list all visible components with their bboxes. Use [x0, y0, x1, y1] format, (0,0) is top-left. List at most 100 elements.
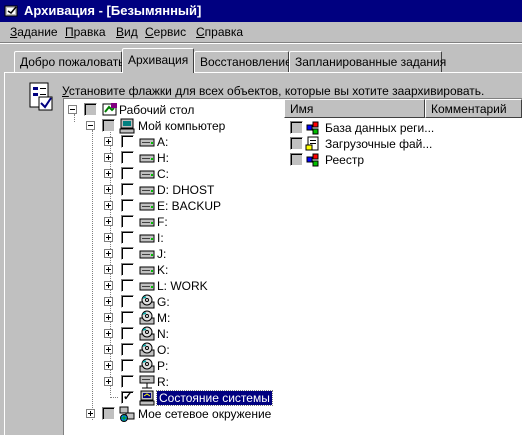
tree-item[interactable]: Мое сетевое окружение	[64, 406, 284, 422]
tab-restore[interactable]: Восстановление	[194, 51, 292, 72]
tree-item-checkbox[interactable]	[121, 183, 134, 196]
tree-item-checkbox[interactable]	[121, 151, 134, 164]
tree-item[interactable]: F:	[64, 214, 284, 230]
list-item[interactable]: Загрузочные фай...	[288, 136, 518, 152]
menu-bar: Задание Правка Вид Сервис Справка	[0, 22, 522, 42]
tab-scheduled-jobs[interactable]: Запланированные задания	[289, 51, 446, 72]
tree-item[interactable]: E: BACKUP	[64, 198, 284, 214]
tree-item-label: M:	[157, 311, 171, 325]
list-item[interactable]: База данных реги...	[288, 120, 518, 136]
tree-item-checkbox[interactable]	[102, 407, 115, 420]
expand-icon[interactable]	[104, 265, 113, 274]
tab-welcome[interactable]: Добро пожаловать!	[14, 51, 128, 72]
menu-edit[interactable]: Правка	[65, 25, 106, 39]
expand-icon[interactable]	[104, 281, 113, 290]
expand-icon[interactable]	[86, 409, 95, 418]
tree-item[interactable]: O:	[64, 342, 284, 358]
menu-tools[interactable]: Сервис	[145, 25, 186, 39]
tree-item-checkbox[interactable]	[121, 135, 134, 148]
tree-item-checkbox[interactable]	[121, 327, 134, 340]
tree-item[interactable]: D: DHOST	[64, 182, 284, 198]
boot-files-icon	[305, 136, 321, 152]
file-list[interactable]: Имя Комментарий База данных реги... Загру…	[284, 98, 522, 435]
tree-item-checkbox[interactable]	[121, 247, 134, 260]
tree-item-label: Состояние системы	[156, 390, 273, 406]
cd-drive-icon	[139, 310, 155, 326]
tree-item-label: E: BACKUP	[157, 199, 222, 213]
disk-drive-icon	[139, 182, 155, 198]
menu-help[interactable]: Справка	[196, 25, 243, 39]
tree-item[interactable]: M:	[64, 310, 284, 326]
collapse-icon[interactable]	[86, 121, 95, 130]
checklist-icon	[29, 82, 53, 111]
expand-icon[interactable]	[104, 217, 113, 226]
disk-drive-icon	[139, 198, 155, 214]
folder-tree[interactable]: Рабочий стол Мой компьютер A: H: C: D: DHOST E…	[63, 98, 284, 435]
collapse-icon[interactable]	[68, 105, 77, 114]
tree-item[interactable]: R:	[64, 374, 284, 390]
list-item-checkbox[interactable]	[290, 153, 303, 166]
expand-icon[interactable]	[104, 185, 113, 194]
tree-item-label: Мой компьютер	[138, 119, 226, 133]
disk-drive-icon	[139, 262, 155, 278]
tree-item[interactable]: I:	[64, 230, 284, 246]
tree-item-checkbox[interactable]	[121, 167, 134, 180]
tab-backup[interactable]: Архивация	[122, 48, 194, 73]
list-item[interactable]: Реестр	[288, 152, 518, 168]
tree-item[interactable]: A:	[64, 134, 284, 150]
tree-item[interactable]: Рабочий стол	[64, 102, 284, 118]
tree-item-checkbox[interactable]	[121, 279, 134, 292]
tree-item[interactable]: N:	[64, 326, 284, 342]
tree-item[interactable]: Состояние системы	[64, 390, 284, 406]
tree-item-checkbox[interactable]	[121, 263, 134, 276]
expand-icon[interactable]	[104, 233, 113, 242]
registry-db-icon	[305, 120, 321, 136]
tree-item-checkbox[interactable]	[121, 343, 134, 356]
tree-item-checkbox[interactable]	[121, 215, 134, 228]
list-item-label: Загрузочные фай...	[325, 137, 433, 151]
menu-task[interactable]: Задание	[10, 25, 58, 39]
disk-drive-icon	[139, 150, 155, 166]
expand-icon[interactable]	[104, 201, 113, 210]
tree-item-label: R:	[157, 375, 169, 389]
expand-icon[interactable]	[104, 297, 113, 306]
tree-item-label: L: WORK	[157, 279, 208, 293]
tree-item-label: J:	[157, 247, 167, 261]
tree-item[interactable]: P:	[64, 358, 284, 374]
tree-item-checkbox[interactable]	[121, 311, 134, 324]
column-header-comment[interactable]: Комментарий	[425, 99, 522, 118]
network-places-icon	[119, 406, 135, 422]
expand-icon[interactable]	[104, 169, 113, 178]
column-header-name[interactable]: Имя	[284, 99, 425, 118]
tree-item-checkbox[interactable]	[121, 199, 134, 212]
expand-icon[interactable]	[104, 345, 113, 354]
cd-drive-icon	[139, 326, 155, 342]
tree-item-checkbox[interactable]	[121, 359, 134, 372]
tree-item-checkbox[interactable]	[121, 295, 134, 308]
tree-item-checkbox[interactable]	[102, 119, 115, 132]
tree-item[interactable]: G:	[64, 294, 284, 310]
expand-icon[interactable]	[104, 153, 113, 162]
tree-item-checkbox[interactable]	[121, 375, 134, 388]
tree-item-checkbox[interactable]	[84, 103, 97, 116]
tree-item-label: P:	[157, 359, 169, 373]
tree-item[interactable]: Мой компьютер	[64, 118, 284, 134]
expand-icon[interactable]	[104, 361, 113, 370]
list-item-checkbox[interactable]	[290, 121, 303, 134]
cd-drive-icon	[139, 342, 155, 358]
tree-item[interactable]: C:	[64, 166, 284, 182]
expand-icon[interactable]	[104, 329, 113, 338]
list-item-checkbox[interactable]	[290, 137, 303, 150]
tree-item-label: G:	[157, 295, 170, 309]
expand-icon[interactable]	[104, 249, 113, 258]
expand-icon[interactable]	[104, 137, 113, 146]
tree-item-checkbox[interactable]	[121, 390, 134, 404]
expand-icon[interactable]	[104, 313, 113, 322]
menu-view[interactable]: Вид	[116, 25, 138, 39]
tree-item-checkbox[interactable]	[121, 231, 134, 244]
tree-item[interactable]: H:	[64, 150, 284, 166]
tree-item[interactable]: K:	[64, 262, 284, 278]
tree-item[interactable]: L: WORK	[64, 278, 284, 294]
expand-icon[interactable]	[104, 377, 113, 386]
tree-item[interactable]: J:	[64, 246, 284, 262]
